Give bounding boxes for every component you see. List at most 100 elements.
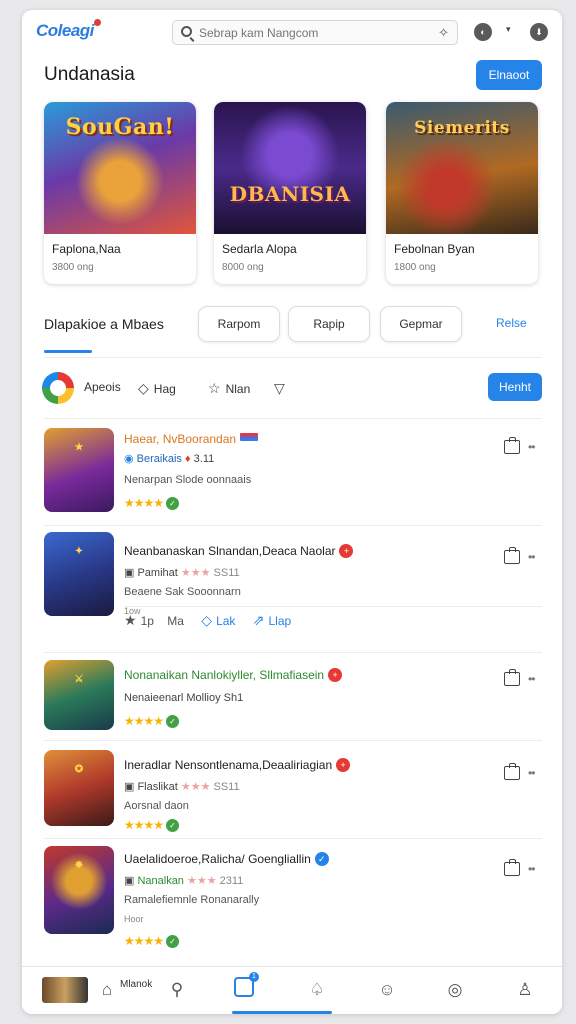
download-icon[interactable]: ⬇ xyxy=(530,23,548,41)
divider xyxy=(44,525,542,526)
divider xyxy=(44,357,542,358)
item-title[interactable]: Nonanaikan Nanlokiyller, Sllmafiasein + xyxy=(124,668,343,682)
item-title[interactable]: Haear, NvBoorandan xyxy=(124,432,259,446)
action-item[interactable]: ⇗ Llap xyxy=(252,612,291,628)
account-icon[interactable]: ♙ xyxy=(512,977,538,1003)
nav-active-indicator xyxy=(232,1011,332,1014)
section-action-button[interactable]: Elnaoot xyxy=(476,60,542,90)
tag-icon: ◇ xyxy=(138,380,149,396)
item-title[interactable]: Uaelalidoeroe,Ralicha/ Goengliallin ✓ xyxy=(124,852,329,866)
tab-chip[interactable]: Rarpom xyxy=(198,306,280,342)
pin-icon: ♦ xyxy=(181,453,194,465)
bottom-nav: ⌂ Mlanok ⚲ ♤ ☺ ◎ ♙ xyxy=(22,966,562,1014)
action-item[interactable]: ◇ Lak xyxy=(201,612,235,628)
nav-label: Mlanok xyxy=(120,979,153,990)
app-icon: ▣ xyxy=(124,567,138,579)
forward-icon: ⇗ xyxy=(252,612,265,628)
featured-subtitle: 3800 ong xyxy=(52,262,94,273)
item-description: Aorsnal daon xyxy=(124,800,189,812)
bookmark-icon[interactable] xyxy=(504,763,520,780)
tab-active[interactable]: Dlapakioe a Mbaes xyxy=(44,316,164,332)
rating: ★★★★ ✓ xyxy=(124,714,180,728)
more-icon[interactable]: •• xyxy=(528,862,535,876)
search-icon[interactable]: ⚲ xyxy=(164,977,190,1003)
tab-chip[interactable]: Rapip xyxy=(288,306,370,342)
filter-item[interactable]: ◇ Hag xyxy=(138,380,176,397)
section-title: Undanasia xyxy=(44,64,135,85)
star-icon: ☆ xyxy=(208,380,221,396)
divider xyxy=(44,418,542,419)
item-meta: ▣ Pamihat ★★★ SS11 xyxy=(124,567,240,579)
bookmark-icon[interactable] xyxy=(504,859,520,876)
item-meta: ◉ Beraikais ♦ 3.11 xyxy=(124,453,215,465)
action-item[interactable]: Ma xyxy=(167,614,184,628)
divider xyxy=(44,652,542,653)
featured-art: DBANISIA xyxy=(214,102,366,234)
puzzle-icon[interactable]: ✧ xyxy=(438,25,449,41)
more-icon[interactable]: •• xyxy=(528,672,535,686)
avatar[interactable] xyxy=(42,977,88,1003)
item-meta: Nenaieenarl Mollioy Sh1 xyxy=(124,692,244,704)
featured-art: Siemerits xyxy=(386,102,538,234)
tab-active-indicator xyxy=(44,350,92,353)
check-icon: ✓ xyxy=(166,715,180,728)
bell-icon[interactable]: ♤ xyxy=(304,977,330,1003)
rating: ★★★★ ✓ xyxy=(124,934,180,948)
thumbnail-logo: ✪ xyxy=(74,764,84,775)
featured-subtitle: 1800 ong xyxy=(394,262,436,273)
alert-icon: + xyxy=(328,668,343,682)
filter-icon[interactable]: ▽ xyxy=(274,380,290,397)
featured-art: SouGan! xyxy=(44,102,196,234)
divider xyxy=(44,838,542,839)
item-meta: ▣ Flaslikat ★★★ SS11 xyxy=(124,781,240,793)
more-icon[interactable]: •• xyxy=(528,440,535,454)
item-title[interactable]: Neanbanaskan Slnandan,Deaca Naolar + xyxy=(124,544,354,558)
bookmark-icon[interactable] xyxy=(504,669,520,686)
games-icon[interactable]: ◎ xyxy=(442,977,468,1003)
people-icon[interactable]: ☺ xyxy=(374,977,400,1003)
bookmark-icon[interactable] xyxy=(504,437,520,454)
filter-item[interactable]: ☆ Nlan xyxy=(208,380,250,397)
item-description: Nenarpan Slode oonnaais xyxy=(124,474,252,486)
check-icon: ✓ xyxy=(166,497,180,510)
featured-title: Faplona,Naa xyxy=(52,242,121,256)
like-action[interactable]: ★ 1p xyxy=(124,612,154,628)
library-icon[interactable] xyxy=(234,972,259,997)
featured-art-logo: DBANISIA xyxy=(229,182,351,206)
game-thumbnail: ✸ xyxy=(44,846,114,934)
featured-card[interactable]: Siemerits Febolnan Byan 1800 ong xyxy=(386,102,538,284)
featured-title: Febolnan Byan xyxy=(394,242,475,256)
search-bar[interactable]: ✧ xyxy=(172,20,458,45)
check-icon: ✓ xyxy=(166,819,180,832)
tab-chip[interactable]: Gepmar xyxy=(380,306,462,342)
triangle-icon: ▽ xyxy=(274,380,285,396)
item-title[interactable]: Ineradlar Nensontlenama,Deaaliriagian + xyxy=(124,758,351,772)
filter-action-button[interactable]: Henht xyxy=(488,373,542,401)
featured-card[interactable]: DBANISIA Sedarla Alopa 8000 ong xyxy=(214,102,366,284)
rating: ★★★★ ✓ xyxy=(124,818,180,832)
store-logo-icon[interactable] xyxy=(42,372,74,404)
profile-icon[interactable]: ◐ xyxy=(474,23,492,41)
thumbnail-logo: ⚔ xyxy=(74,674,84,685)
flag-icon xyxy=(240,433,259,441)
rating-stars: ★★★ xyxy=(177,567,214,579)
filter-item[interactable]: Apeois xyxy=(84,380,121,394)
app-icon: ▣ xyxy=(124,875,138,887)
divider xyxy=(124,606,542,607)
divider xyxy=(44,740,542,741)
featured-subtitle: 8000 ong xyxy=(222,262,264,273)
featured-art-logo: Siemerits xyxy=(414,118,510,138)
chevron-down-icon[interactable]: ▾ xyxy=(506,24,511,35)
game-thumbnail: ⚔ xyxy=(44,660,114,730)
featured-card[interactable]: SouGan! Faplona,Naa 3800 ong xyxy=(44,102,196,284)
bookmark-icon[interactable] xyxy=(504,547,520,564)
item-note: Hoor xyxy=(124,914,144,924)
home-icon[interactable]: ⌂ xyxy=(94,977,120,1003)
app-logo[interactable]: Coleagi xyxy=(36,19,101,41)
tab-link[interactable]: Relse xyxy=(496,316,527,330)
thumbnail-logo: ✦ xyxy=(74,546,84,557)
search-input[interactable] xyxy=(199,24,419,42)
more-icon[interactable]: •• xyxy=(528,766,535,780)
more-icon[interactable]: •• xyxy=(528,550,535,564)
top-bar: Coleagi ✧ ◐ ▾ ⬇ xyxy=(22,10,562,54)
